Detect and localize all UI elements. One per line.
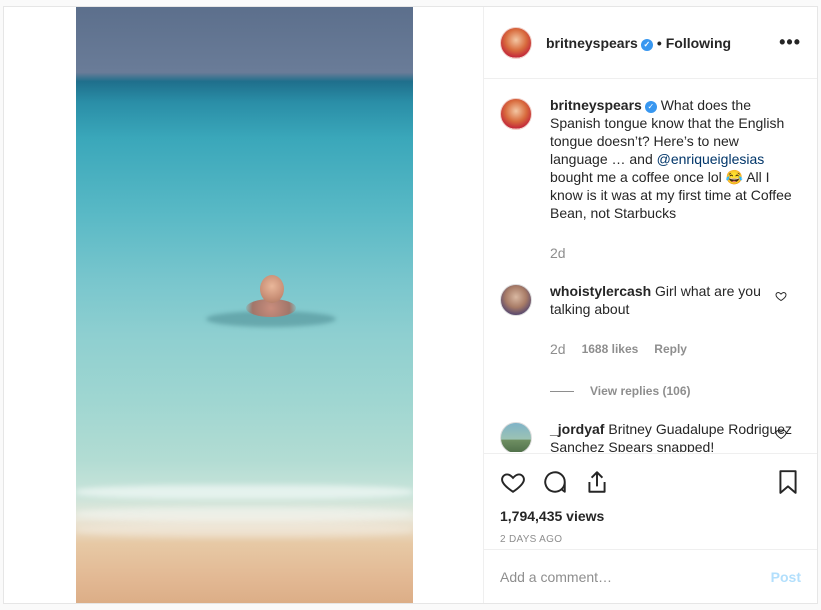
comment-meta: 2d 1688 likes Reply [550,340,800,358]
like-comment-icon[interactable] [775,428,787,440]
comment-text: whoistylercash Girl what are you talking… [550,282,800,358]
comment-input[interactable]: Add a comment… [500,569,612,585]
comment-item: _jordyaf Britney Guadalupe Rodriguez San… [500,420,801,452]
caption-time[interactable]: 2d [550,244,800,262]
post-date[interactable]: 2 DAYS AGO [500,534,801,545]
comments-list[interactable]: britneyspears ✓ What does the Spanish ton… [484,80,817,452]
like-comment-icon[interactable] [775,290,787,302]
avatar[interactable] [500,284,532,316]
reply-button[interactable]: Reply [654,340,687,358]
caption-body: bought me a coffee once lol 😂 All I know… [550,169,792,221]
view-replies-button[interactable]: View replies (106) [550,384,801,398]
username-text[interactable]: britneyspears [546,35,638,51]
comment-bubble-icon[interactable] [542,469,568,495]
wave-foam [76,485,413,499]
comment-text: _jordyaf Britney Guadalupe Rodriguez San… [550,420,800,452]
bookmark-icon[interactable] [775,469,801,495]
post-sidebar: britneyspears ✓ • Following ••• britneysp… [484,7,817,603]
action-bar: 1,794,435 views 2 DAYS AGO [484,453,817,553]
comment-username[interactable]: _jordyaf [550,421,604,437]
more-options-icon[interactable]: ••• [779,32,801,53]
comment-composer: Add a comment… Post [484,549,817,603]
separator-dot: • [656,34,662,51]
username-link[interactable]: britneyspears ✓ [546,35,653,51]
post-header: britneyspears ✓ • Following ••• [484,7,817,79]
view-replies-label[interactable]: View replies (106) [590,384,691,398]
like-heart-icon[interactable] [500,469,526,495]
avatar[interactable] [500,422,532,452]
post-button[interactable]: Post [771,569,801,585]
wave-foam [76,507,413,521]
replies-divider [550,390,574,392]
following-button[interactable]: Following [666,35,731,51]
comment-likes[interactable]: 1688 likes [582,340,639,358]
action-icons [500,468,801,496]
comment-item: whoistylercash Girl what are you talking… [500,282,801,358]
wave-foam [76,523,413,537]
view-count[interactable]: 1,794,435 views [500,508,801,524]
verified-icon: ✓ [644,101,657,113]
avatar[interactable] [500,26,532,59]
comment-time[interactable]: 2d [550,340,566,358]
comment-username[interactable]: whoistylercash [550,283,651,299]
mention-link[interactable]: @enriqueiglesias [657,151,765,167]
video-player[interactable] [76,7,413,603]
verified-icon: ✓ [640,38,653,51]
caption-username[interactable]: britneyspears [550,97,642,113]
media-area [4,7,484,603]
caption-text: britneyspears ✓ What does the Spanish ton… [550,96,800,262]
share-icon[interactable] [584,469,610,495]
post-card: britneyspears ✓ • Following ••• britneysp… [3,6,818,604]
swimmer-head [260,275,284,303]
avatar[interactable] [500,98,532,130]
caption: britneyspears ✓ What does the Spanish ton… [500,96,801,262]
